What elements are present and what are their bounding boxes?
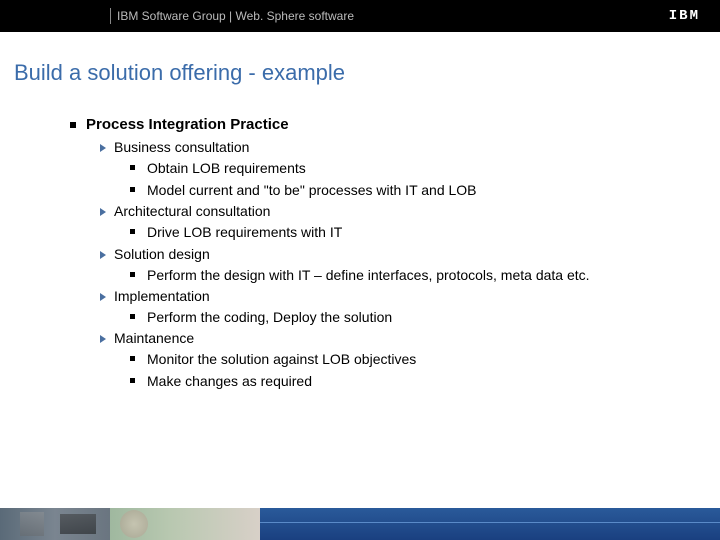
item-label: Maintanence [114,330,194,346]
list-item: Implementation [100,288,680,304]
square-bullet-icon [130,378,135,383]
item-label: Architectural consultation [114,203,270,219]
sub-item: Perform the coding, Deploy the solution [147,308,392,326]
sub-item: Obtain LOB requirements [147,159,306,177]
triangle-bullet-icon [100,251,106,259]
sub-item: Drive LOB requirements with IT [147,223,342,241]
outline-level2: Business consultation Obtain LOB require… [100,139,680,390]
outline-level3: Perform the design with IT – define inte… [130,266,680,284]
list-item: Maintanence [100,330,680,346]
square-bullet-icon [130,165,135,170]
header-divider [110,8,111,24]
item-label: Business consultation [114,139,249,155]
header-left: IBM Software Group | Web. Sphere softwar… [0,0,354,32]
list-item: Architectural consultation [100,203,680,219]
square-bullet-icon [130,229,135,234]
outline-heading-row: Process Integration Practice [70,116,680,133]
item-label: Implementation [114,288,210,304]
ibm-logo-icon: IBM [669,8,700,24]
slide-footer [0,508,720,540]
sub-item: Model current and "to be" processes with… [147,181,477,199]
outline-level3: Perform the coding, Deploy the solution [130,308,680,326]
list-item: Solution design [100,246,680,262]
sub-item: Perform the design with IT – define inte… [147,266,590,284]
list-item: Obtain LOB requirements [130,159,680,177]
slide-content: Process Integration Practice Business co… [0,86,720,390]
outline-level3: Drive LOB requirements with IT [130,223,680,241]
outline-heading: Process Integration Practice [86,116,289,133]
triangle-bullet-icon [100,144,106,152]
triangle-bullet-icon [100,208,106,216]
list-item: Model current and "to be" processes with… [130,181,680,199]
outline-level1: Process Integration Practice Business co… [70,116,680,390]
square-bullet-icon [70,122,76,128]
sub-item: Monitor the solution against LOB objecti… [147,350,416,368]
list-item: Monitor the solution against LOB objecti… [130,350,680,368]
square-bullet-icon [130,314,135,319]
header-group-text: IBM Software Group | Web. Sphere softwar… [117,9,354,23]
list-item: Perform the coding, Deploy the solution [130,308,680,326]
slide-title: Build a solution offering - example [0,32,720,86]
footer-graphic-left [0,508,110,540]
square-bullet-icon [130,272,135,277]
item-label: Solution design [114,246,210,262]
list-item: Make changes as required [130,372,680,390]
list-item: Drive LOB requirements with IT [130,223,680,241]
outline-level3: Obtain LOB requirements Model current an… [130,159,680,199]
square-bullet-icon [130,356,135,361]
slide-header: IBM Software Group | Web. Sphere softwar… [0,0,720,32]
list-item: Business consultation [100,139,680,155]
triangle-bullet-icon [100,293,106,301]
list-item: Perform the design with IT – define inte… [130,266,680,284]
sub-item: Make changes as required [147,372,312,390]
footer-graphic-right [260,508,720,540]
square-bullet-icon [130,187,135,192]
footer-graphic-mid [110,508,260,540]
outline-level3: Monitor the solution against LOB objecti… [130,350,680,390]
triangle-bullet-icon [100,335,106,343]
